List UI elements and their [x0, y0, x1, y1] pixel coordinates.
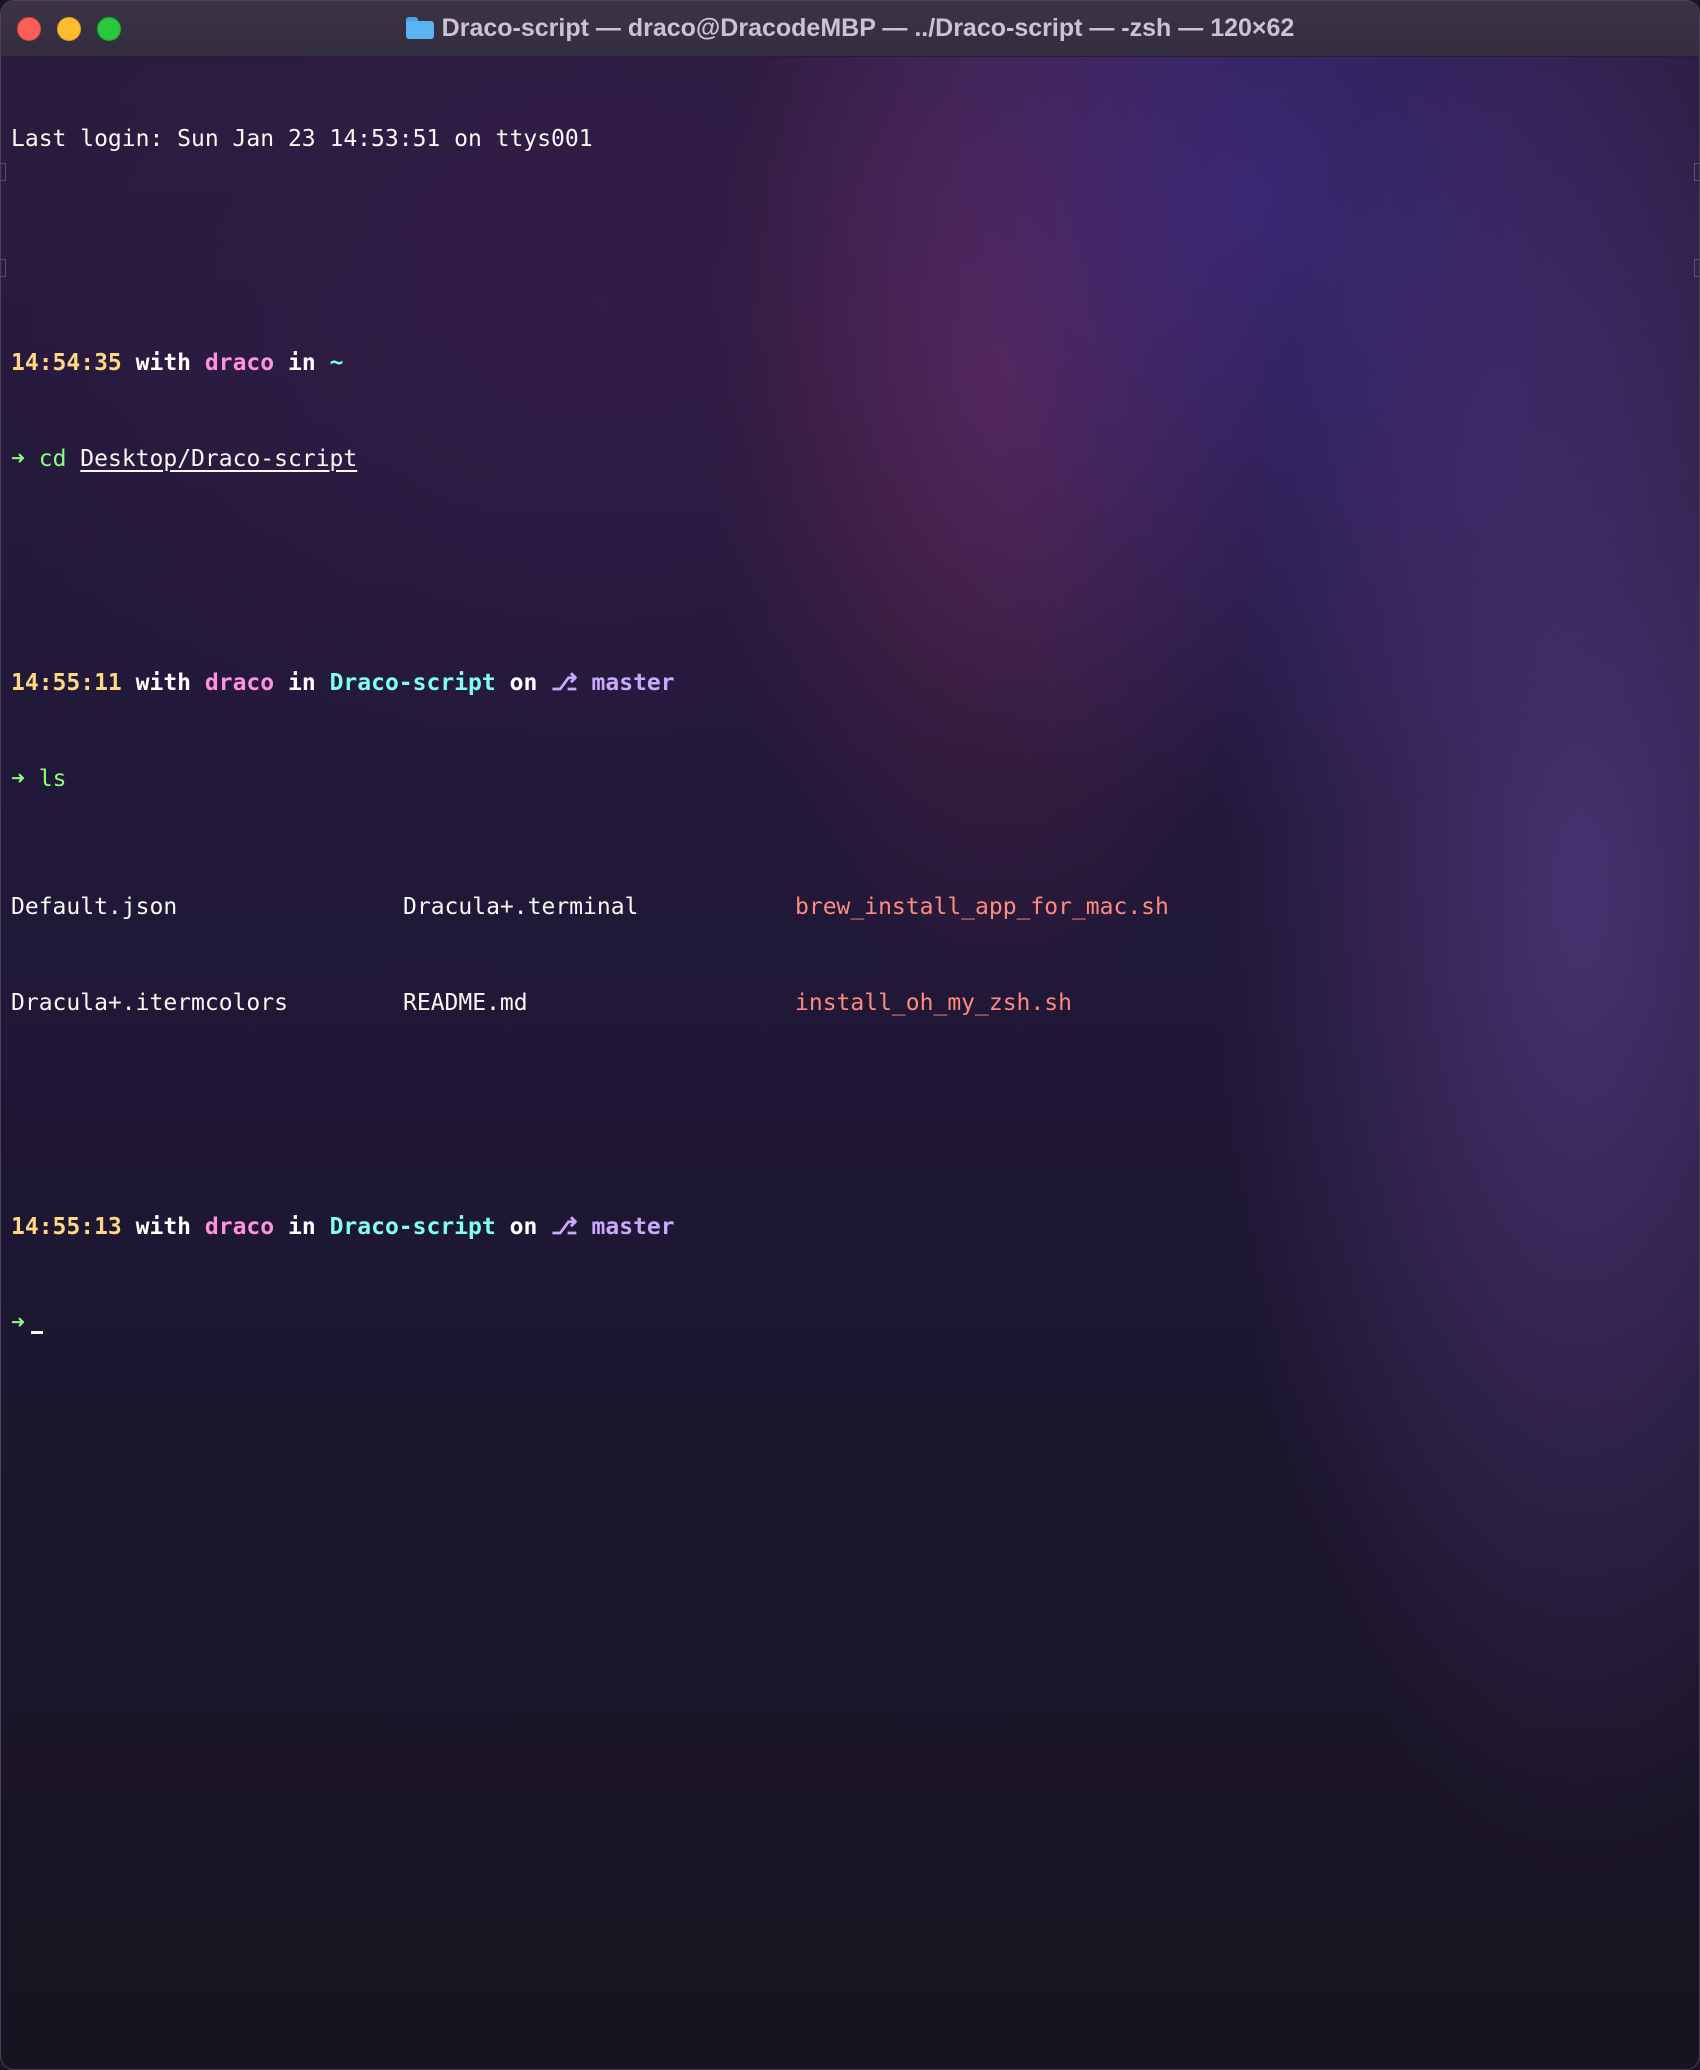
title-bar[interactable]: Draco-script — draco@DracodeMBP — ../Dra…	[1, 1, 1699, 57]
prompt-on: on	[509, 670, 538, 696]
mark-left-1	[1, 163, 6, 181]
command-line: ➜ cd Desktop/Draco-script	[11, 443, 1681, 475]
prompt-time: 14:55:13	[11, 1214, 122, 1240]
ls-file: Dracula+.itermcolors	[11, 990, 288, 1016]
prompt-time: 14:55:11	[11, 670, 122, 696]
prompt-dir: Draco-script	[329, 670, 496, 696]
ls-executable: brew_install_app_for_mac.sh	[795, 894, 1169, 920]
prompt-with: with	[135, 670, 192, 696]
text-cursor	[30, 1331, 43, 1334]
prompt-dir: ~	[329, 350, 344, 376]
command-argument[interactable]: Desktop/Draco-script	[80, 446, 357, 472]
ls-file: Dracula+.terminal	[403, 894, 639, 920]
prompt-arrow-icon: ➜	[11, 1310, 25, 1336]
prompt-user: draco	[204, 350, 275, 376]
prompt-dir: Draco-script	[329, 1214, 496, 1240]
prompt-line: 14:54:35 with draco in ~	[11, 347, 1681, 379]
prompt-line: 14:55:13 with draco in Draco-script on ⎇…	[11, 1211, 1681, 1243]
prompt-in: in	[288, 350, 316, 376]
prompt-line: 14:55:11 with draco in Draco-script on ⎇…	[11, 667, 1681, 699]
terminal-window: Draco-script — draco@DracodeMBP — ../Dra…	[0, 0, 1700, 2070]
last-login-line: Last login: Sun Jan 23 14:53:51 on ttys0…	[11, 126, 593, 152]
git-branch-icon: ⎇	[551, 670, 578, 696]
prompt-arrow-icon: ➜	[11, 766, 25, 792]
prompt-branch: master	[591, 1214, 675, 1240]
git-branch-icon: ⎇	[551, 1214, 578, 1240]
mark-right-2	[1694, 259, 1699, 277]
command-line[interactable]: ➜	[11, 1307, 1681, 1339]
command-line: ➜ ls	[11, 763, 1681, 795]
prompt-in: in	[288, 670, 316, 696]
ls-output-row: Default.json Dracula+.terminal brew_instal…	[11, 891, 1681, 923]
command-name: ls	[38, 766, 67, 792]
mark-left-2	[1, 259, 6, 277]
command-name: cd	[38, 446, 67, 472]
prompt-user: draco	[204, 1214, 275, 1240]
prompt-arrow-icon: ➜	[11, 446, 25, 472]
prompt-in: in	[288, 1214, 316, 1240]
ls-output-row: Dracula+.itermcolors README.md install_oh_…	[11, 987, 1681, 1019]
mark-right-1	[1694, 163, 1699, 181]
prompt-with: with	[135, 1214, 192, 1240]
prompt-with: with	[135, 350, 192, 376]
folder-icon	[405, 17, 434, 39]
prompt-branch: master	[591, 670, 675, 696]
window-title-text: Draco-script — draco@DracodeMBP — ../Dra…	[441, 14, 1295, 42]
prompt-time: 14:54:35	[11, 350, 122, 376]
window-title: Draco-script — draco@DracodeMBP — ../Dra…	[1, 1, 1699, 57]
prompt-on: on	[509, 1214, 538, 1240]
ls-file: README.md	[403, 990, 528, 1016]
prompt-user: draco	[204, 670, 275, 696]
terminal-content[interactable]: Last login: Sun Jan 23 14:53:51 on ttys0…	[11, 59, 1681, 1403]
ls-executable: install_oh_my_zsh.sh	[795, 990, 1072, 1016]
ls-file: Default.json	[11, 894, 178, 920]
